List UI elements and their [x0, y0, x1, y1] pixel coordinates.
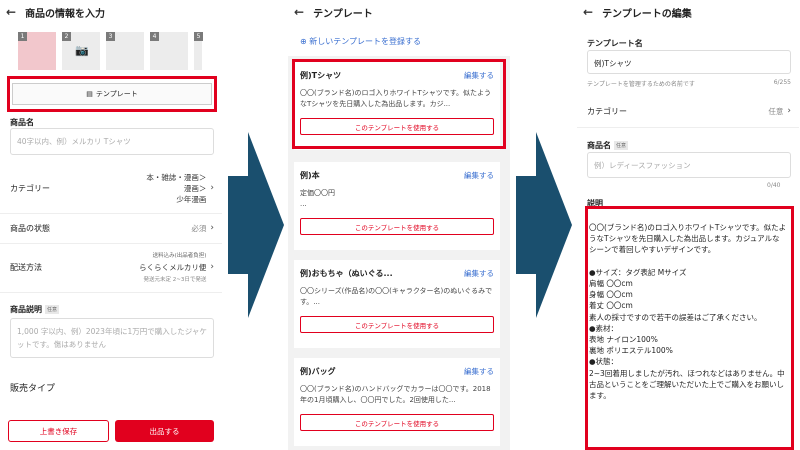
chevron-right-icon: ›: [210, 262, 214, 272]
plus-circle-icon: ⊕: [300, 37, 307, 46]
edit-link[interactable]: 編集する: [464, 366, 494, 377]
header: ← テンプレート: [288, 0, 510, 24]
screen-template-edit: ← テンプレートの編集 テンプレート名 例)Tシャツ テンプレートを管理するため…: [577, 0, 799, 450]
product-name-label: 商品名 任意: [587, 141, 629, 150]
description-textarea[interactable]: 〇〇(ブランド名)のロゴ入りホワイトTシャツです。似たようなTシャツを先日購入し…: [589, 222, 787, 401]
camera-icon: 📷: [75, 44, 89, 57]
flow-arrow-icon: [228, 132, 284, 318]
page-title: 商品の情報を入力: [25, 8, 106, 20]
template-button[interactable]: ▤ テンプレート: [12, 83, 212, 105]
header: ← 商品の情報を入力: [0, 0, 222, 24]
edit-link[interactable]: 編集する: [464, 268, 494, 279]
description-label: 商品説明 任意: [10, 305, 60, 314]
category-row[interactable]: カテゴリー 任意 ›: [587, 104, 791, 118]
save-draft-button[interactable]: 上書き保存: [8, 420, 109, 442]
photo-slot-5[interactable]: 5: [194, 32, 203, 70]
chevron-right-icon: ›: [210, 183, 214, 193]
page-title: テンプレートの編集: [602, 8, 692, 20]
photo-slot-2[interactable]: 2 📷: [62, 32, 100, 70]
page-title: テンプレート: [313, 8, 373, 20]
photo-slot-1[interactable]: 1: [18, 32, 56, 70]
bottom-action-bar: 上書き保存 出品する: [0, 412, 222, 450]
template-card: 例)本 編集する 定価〇〇円 ... このテンプレートを使用する: [294, 162, 500, 250]
back-arrow-icon[interactable]: ←: [583, 5, 593, 19]
back-arrow-icon[interactable]: ←: [6, 5, 16, 19]
edit-link[interactable]: 編集する: [464, 170, 494, 181]
screen-template-list: ← テンプレート ⊕ 新しいテンプレートを登録する 例)Tシャツ 編集する 〇〇(…: [288, 0, 510, 450]
use-template-button[interactable]: このテンプレートを使用する: [300, 218, 494, 235]
new-template-link[interactable]: ⊕ 新しいテンプレートを登録する: [300, 36, 421, 47]
product-name-input[interactable]: 40字以内、例）メルカリ Tシャツ: [10, 128, 214, 155]
back-arrow-icon[interactable]: ←: [294, 5, 304, 19]
use-template-button[interactable]: このテンプレートを使用する: [300, 414, 494, 431]
document-icon: ▤: [86, 90, 93, 98]
photo-slot-3[interactable]: 3: [106, 32, 144, 70]
photo-thumbnails: 1 2 📷 3 4 5: [0, 24, 222, 70]
condition-row[interactable]: 商品の状態 必須 ›: [10, 220, 214, 236]
shipping-row[interactable]: 配送方法 送料込み(出品者負担) らくらくメルカリ便 発送元未定 2~3日で発送…: [10, 251, 214, 283]
template-card: 例)おもちゃ（ぬいぐる... 編集する 〇〇シリーズ(作品名)の〇〇(キャラクター…: [294, 260, 500, 348]
edit-link[interactable]: 編集する: [464, 70, 494, 81]
chevron-right-icon: ›: [787, 106, 791, 116]
product-name-input[interactable]: 例）レディースファッション: [587, 152, 791, 178]
template-card: 例)Tシャツ 編集する 〇〇(ブランド名)のロゴ入りホワイトTシャツです。似たよう…: [294, 62, 500, 150]
flow-arrow-icon: [516, 132, 572, 318]
list-item-button[interactable]: 出品する: [115, 420, 214, 442]
description-input[interactable]: 1,000 字以内、例）2023年頃に1万円で購入したジャケットです。傷はありま…: [10, 318, 214, 358]
sale-type-label: 販売タイプ: [10, 384, 56, 394]
template-card: 例)バッグ 編集する 〇〇(ブランド名)のハンドバッグでカラーは〇〇です。2018…: [294, 358, 500, 446]
screen-listing-form: ← 商品の情報を入力 1 2 📷 3 4 5 ▤ テンプレート 商品名 40字以内…: [0, 0, 222, 450]
header: ← テンプレートの編集: [577, 0, 799, 24]
chevron-right-icon: ›: [210, 223, 214, 233]
category-row[interactable]: カテゴリー 本・雑誌・漫画＞ 漫画＞ 少年漫画 ›: [10, 170, 214, 206]
product-name-label: 商品名: [10, 118, 34, 127]
template-name-label: テンプレート名: [587, 39, 643, 48]
use-template-button[interactable]: このテンプレートを使用する: [300, 316, 494, 333]
photo-slot-4[interactable]: 4: [150, 32, 188, 70]
description-label: 説明: [587, 199, 603, 208]
use-template-button[interactable]: このテンプレートを使用する: [300, 118, 494, 135]
template-name-input[interactable]: 例)Tシャツ: [587, 50, 791, 74]
